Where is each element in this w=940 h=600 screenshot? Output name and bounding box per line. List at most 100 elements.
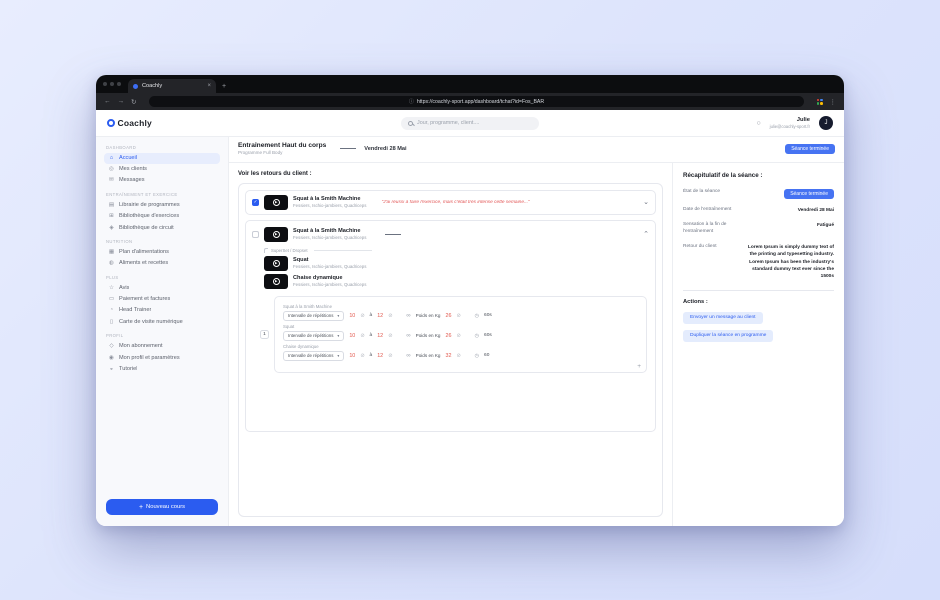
sidebar-item-paiement-factures[interactable]: ▭ Paiement et factures — [104, 294, 220, 305]
exercise-checkbox[interactable] — [252, 231, 259, 238]
library-icon: ▤ — [108, 202, 115, 208]
browser-address-bar: ← → ↻ ⓘ https://coachly-sport.app/dashbo… — [96, 93, 844, 110]
global-search[interactable] — [401, 117, 539, 130]
exercise-row-expanded: ▶ Squat à la Smith Machine Fessiers, Isc… — [245, 220, 656, 432]
sidebar-item-head-trainer[interactable]: ◔ Head Trainer — [104, 305, 220, 316]
link-icon: ∞ — [406, 353, 410, 359]
notification-icon[interactable]: ○ — [756, 120, 760, 127]
weight-value[interactable]: 26 — [445, 333, 451, 339]
add-set-icon[interactable]: + — [637, 363, 641, 370]
rep-max-value[interactable]: 12 — [377, 353, 383, 359]
sidebar-item-bibliotheque-exercices[interactable]: ⊞ Bibliothèque d'exercices — [104, 211, 220, 222]
reload-icon[interactable]: ↻ — [131, 98, 136, 106]
weight-value[interactable]: 26 — [445, 313, 451, 319]
avatar[interactable]: J — [819, 116, 833, 130]
rest-value[interactable]: 60s — [484, 333, 492, 338]
chevron-down-icon[interactable]: ⌄ — [643, 198, 649, 206]
coachly-logo[interactable]: Coachly — [107, 118, 152, 128]
param-row: Intervalle de répétitions ▾ 10 ⊘ à 12 ⊘ — [283, 351, 638, 361]
tab-favicon-icon — [133, 84, 138, 89]
video-thumbnail[interactable]: ▶ — [264, 256, 288, 271]
sidebar-item-avis[interactable]: ☆ Avis — [104, 283, 220, 294]
video-thumbnail[interactable]: ▶ — [264, 195, 288, 210]
sub-exercise[interactable]: ▶ Squat Fessiers, Ischio-jambiers, Quadr… — [264, 256, 649, 271]
browser-menu-icon[interactable]: ⋮ — [830, 98, 837, 106]
rep-max-value[interactable]: 12 — [377, 313, 383, 319]
status-badge: Séance terminée — [785, 144, 835, 154]
search-input[interactable] — [417, 120, 532, 126]
sidebar-item-accueil[interactable]: ⌂ Accueil — [104, 153, 220, 164]
browser-tab[interactable]: Coachly × — [128, 79, 216, 93]
rep-mode-select[interactable]: Intervalle de répétitions ▾ — [283, 311, 344, 321]
expanded-row-header[interactable]: ▶ Squat à la Smith Machine Fessiers, Isc… — [252, 225, 649, 246]
help-icon: ◒ — [108, 366, 115, 372]
sidebar-item-mon-abonnement[interactable]: ◇ Mon abonnement — [104, 341, 220, 352]
rest-value[interactable]: 60s — [484, 313, 492, 318]
sidebar-item-librairie-programmes[interactable]: ▤ Librairie de programmes — [104, 200, 220, 211]
forward-icon[interactable]: → — [118, 98, 125, 105]
rep-max-value[interactable]: 12 — [377, 333, 383, 339]
recap-label: Date de l'entraînement — [683, 207, 731, 214]
new-tab-button[interactable]: + — [222, 83, 226, 93]
sidebar-item-label: Librairie de programmes — [119, 202, 180, 208]
exercise-title: Squat — [293, 257, 366, 264]
rep-min-value[interactable]: 10 — [349, 353, 355, 359]
rep-min-value[interactable]: 10 — [349, 313, 355, 319]
send-message-button[interactable]: Envoyer un message au client — [683, 312, 763, 324]
sidebar-item-carte-visite[interactable]: ▯ Carte de visite numérique — [104, 316, 220, 327]
sidebar-item-profil-parametres[interactable]: ◉ Mon profil et paramètres — [104, 352, 220, 363]
sidebar-item-label: Mes clients — [119, 166, 147, 172]
weight-value[interactable]: 32 — [445, 353, 451, 359]
site-info-icon[interactable]: ⓘ — [409, 98, 414, 105]
sidebar-item-label: Plan d'alimentations — [119, 249, 169, 255]
exercise-checkbox[interactable]: ✓ — [252, 199, 259, 206]
home-icon: ⌂ — [108, 155, 115, 161]
session-titles: Entraînement Haut du corps Programme Ful… — [238, 142, 326, 156]
circle-slash-icon: ⊘ — [388, 353, 392, 359]
sidebar-item-plan-alimentations[interactable]: ▦ Plan d'alimentations — [104, 247, 220, 258]
recap-label: État de la séance — [683, 189, 720, 196]
chevron-up-icon[interactable]: ⌃ — [643, 230, 649, 238]
sidebar-item-bibliotheque-circuit[interactable]: ◈ Bibliothèque de circuit — [104, 222, 220, 233]
exercise-row-collapsed[interactable]: ✓ ▶ Squat à la Smith Machine Fessiers, I… — [245, 190, 656, 215]
circle-slash-icon: ⊘ — [388, 313, 392, 319]
sidebar-item-label: Head Trainer — [119, 307, 151, 313]
recap-divider — [683, 290, 834, 291]
recap-value: Vendredi 28 Mai — [798, 207, 834, 214]
tab-close-icon[interactable]: × — [207, 83, 211, 89]
sub-exercise[interactable]: ▶ Chaise dynamique Fessiers, Ischio-jamb… — [264, 274, 649, 289]
window-controls[interactable] — [103, 75, 121, 93]
new-course-button[interactable]: + Nouveau cours — [106, 499, 218, 515]
sidebar-item-label: Aliments et recettes — [119, 260, 168, 266]
actions-heading: Actions : — [683, 299, 834, 305]
url-text: https://coachly-sport.app/dashboard/tcha… — [417, 99, 544, 105]
sidebar-item-label: Tutoriel — [119, 366, 137, 372]
sidebar-item-aliments-recettes[interactable]: ◍ Aliments et recettes — [104, 258, 220, 269]
exercise-muscles: Fessiers, Ischio-jambiers, Quadriceps — [293, 203, 366, 209]
rep-min-value[interactable]: 10 — [349, 333, 355, 339]
sidebar-item-label: Bibliothèque de circuit — [119, 225, 174, 231]
duplicate-session-button[interactable]: Dupliquer la séance en programme — [683, 330, 773, 342]
rep-mode-select[interactable]: Intervalle de répétitions ▾ — [283, 351, 344, 361]
extensions-grid-icon[interactable] — [817, 99, 823, 105]
circle-slash-icon: ⊘ — [360, 313, 364, 319]
rep-mode-select[interactable]: Intervalle de répétitions ▾ — [283, 331, 344, 341]
rep-mode-label: Intervalle de répétitions — [288, 333, 333, 338]
profile-icon: ◉ — [108, 355, 115, 361]
recap-heading: Récapitulatif de la séance : — [683, 172, 834, 179]
url-field[interactable]: ⓘ https://coachly-sport.app/dashboard/tc… — [149, 96, 803, 107]
user-name: Julie — [770, 117, 810, 124]
video-thumbnail[interactable]: ▶ — [264, 274, 288, 289]
search-icon — [408, 121, 413, 126]
sidebar-item-mes-clients[interactable]: ◎ Mes clients — [104, 164, 220, 175]
video-thumbnail[interactable]: ▶ — [264, 227, 288, 242]
circle-slash-icon: ⊘ — [456, 353, 460, 359]
recap-row-date: Date de l'entraînement Vendredi 28 Mai — [683, 207, 834, 214]
browser-window: Coachly × + ← → ↻ ⓘ https://coachly-spor… — [96, 75, 844, 526]
sidebar-section-entrainement: ENTRAÎNEMENT ET EXERCICE — [106, 192, 218, 197]
messages-icon: ✉ — [108, 177, 115, 183]
rest-value[interactable]: 60 — [484, 353, 489, 358]
back-icon[interactable]: ← — [104, 98, 111, 105]
sidebar-item-messages[interactable]: ✉ Messages — [104, 175, 220, 186]
sidebar-item-tutoriel[interactable]: ◒ Tutoriel — [104, 363, 220, 374]
